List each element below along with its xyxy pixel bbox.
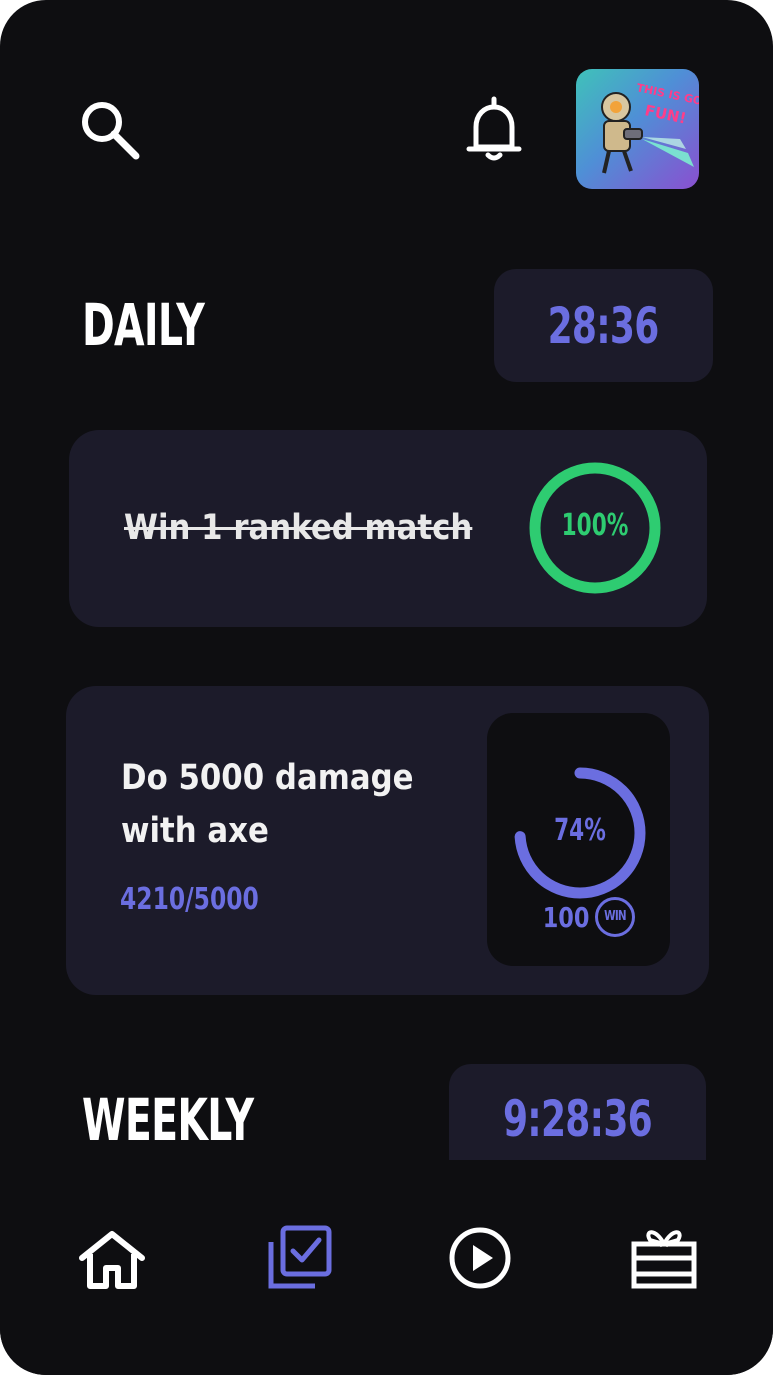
task-percent-label: 100% [561,508,629,543]
bottom-nav [0,1160,773,1375]
task-progress-count: 4210/5000 [120,882,259,917]
bell-icon[interactable] [466,95,522,163]
task-text-line2: with axe [121,811,269,851]
gift-icon[interactable] [630,1222,698,1290]
win-coin-label: WIN [604,909,627,924]
task-text-line1: Do 5000 damage [121,758,414,798]
avatar-image: THIS IS GOING FUN! [601,81,699,174]
app-screen: THIS IS GOING FUN! DAILY 28:36 Win 1 ran… [0,0,773,1375]
reward: 100 WIN [531,897,636,937]
tasks-icon[interactable] [267,1224,333,1290]
svg-text:FUN!: FUN! [643,101,688,127]
daily-timer: 28:36 [494,269,713,382]
search-icon[interactable] [78,98,140,160]
avatar[interactable]: THIS IS GOING FUN! [576,69,699,189]
reward-amount: 100 [542,900,590,934]
task-card-win-ranked[interactable]: Win 1 ranked match 100% [69,430,707,627]
play-icon[interactable] [448,1226,512,1290]
weekly-timer-value: 9:28:36 [502,1090,653,1148]
daily-title: DAILY [82,291,205,359]
weekly-timer: 9:28:36 [449,1064,706,1174]
daily-timer-value: 28:36 [548,296,660,355]
task-text: Win 1 ranked match [124,508,473,548]
home-icon[interactable] [76,1228,148,1290]
task-card-axe-damage[interactable]: Do 5000 damage with axe 4210/5000 74% 10… [66,686,709,995]
weekly-title: WEEKLY [82,1086,254,1154]
win-coin-icon: WIN [595,897,636,937]
task-percent-label: 74% [554,813,606,848]
reward-panel: 74% 100 WIN [487,713,670,966]
